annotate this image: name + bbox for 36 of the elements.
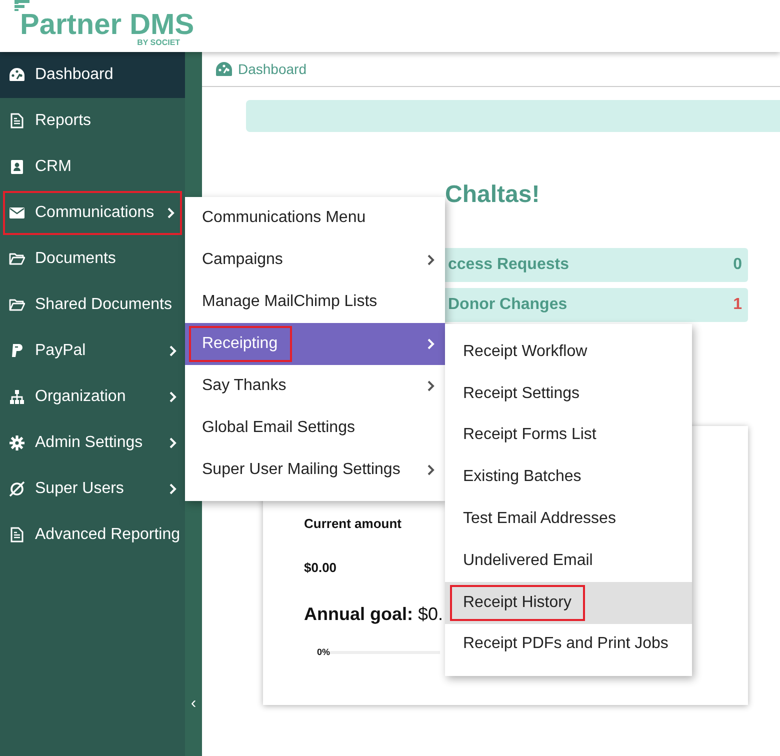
menu-item[interactable]: Receipting (185, 323, 445, 365)
sidebar-item[interactable]: Shared Documents (0, 282, 185, 328)
logo-byline: BY SOCIET (137, 38, 180, 47)
stat-label: Donor Changes (448, 296, 568, 314)
sidebar-item[interactable]: PayPal (0, 328, 185, 374)
stat-count: 1 (733, 296, 742, 314)
welcome-heading: Chaltas! (445, 180, 541, 210)
submenu-item[interactable]: Receipt Settings (445, 372, 692, 415)
annual-goal-text: Annual goal: $0. (304, 604, 444, 625)
submenu-item[interactable]: Receipt Forms List (445, 414, 692, 456)
submenu-item[interactable]: Receipt Workflow (445, 331, 692, 373)
sidebar-item[interactable]: Dashboard (0, 52, 185, 98)
menu-item[interactable]: Super User Mailing Settings (185, 449, 445, 491)
menu-item[interactable]: Global Email Settings (185, 407, 445, 449)
sidebar-item[interactable]: CRM (0, 144, 185, 190)
progress-percent: 0% (317, 647, 330, 657)
current-amount-value: $0.00 (304, 560, 337, 575)
submenu-item[interactable]: Undelivered Email (445, 540, 692, 582)
collapse-button[interactable]: ‹ (190, 696, 196, 712)
sidebar-item[interactable]: Organization (0, 374, 185, 420)
sidebar-item[interactable]: Communications (2, 190, 183, 236)
sidebar-item[interactable]: Super Users (0, 466, 185, 512)
stat-label: ccess Requests (448, 256, 569, 274)
current-amount-label: Current amount (304, 516, 402, 531)
menu-item[interactable]: Communications Menu (185, 197, 445, 239)
submenu-item[interactable]: Test Email Addresses (445, 498, 692, 540)
submenu-item[interactable]: Receipt History (445, 582, 692, 624)
sidebar-item[interactable]: Documents (0, 236, 185, 282)
submenu-item[interactable]: Receipt PDFs and Print Jobs (445, 624, 692, 666)
menu-item[interactable]: Say Thanks (185, 365, 445, 407)
sidebar-item[interactable]: Advanced Reporting (0, 512, 185, 558)
sidebar-item[interactable]: Reports (0, 98, 185, 144)
submenu-item[interactable]: Existing Batches (445, 456, 692, 498)
logo-wordmark: Partner DMS (20, 12, 194, 38)
sidebar-item[interactable]: Admin Settings (0, 420, 185, 466)
stat-count: 0 (733, 256, 742, 274)
